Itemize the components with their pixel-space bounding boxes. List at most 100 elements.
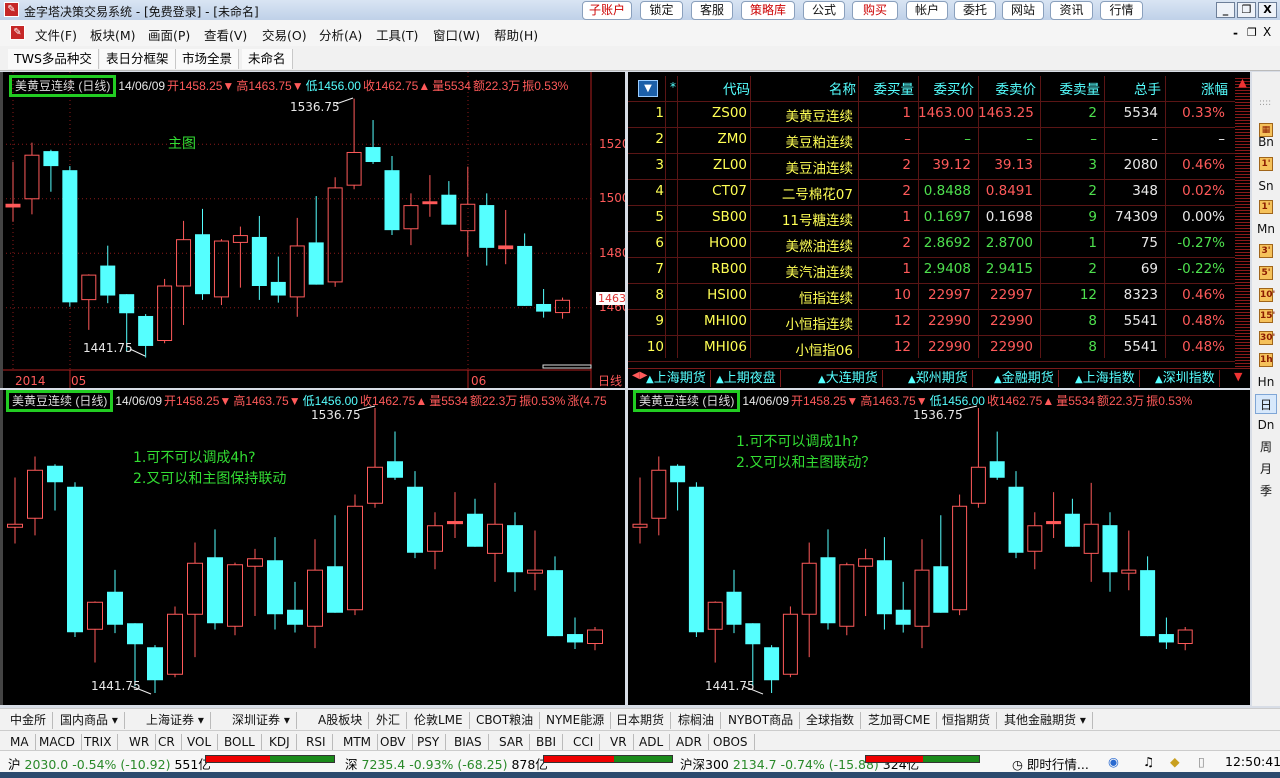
- indicator-button[interactable]: ADL: [633, 734, 671, 751]
- indicator-button[interactable]: ADR: [670, 734, 709, 751]
- table-row[interactable]: 1 ZS00 美黄豆连续 1 1463.00 1463.25 2 5534 0.33%: [628, 102, 1235, 128]
- market-bar-item[interactable]: 中金所: [4, 712, 54, 729]
- workspace-tab[interactable]: 表日分框架: [100, 49, 176, 69]
- market-bar-item[interactable]: 芝加哥CME: [862, 712, 938, 729]
- storage-icon[interactable]: ▯: [1198, 754, 1205, 769]
- period-button[interactable]: Mn: [1255, 219, 1277, 239]
- market-bar-item[interactable]: 日本期货: [610, 712, 672, 729]
- workspace-tab[interactable]: 未命名: [242, 49, 293, 69]
- symbol-period-label[interactable]: 美黄豆连续 (日线): [6, 390, 114, 412]
- sub-chart-right[interactable]: [628, 390, 1250, 705]
- market-bar-item[interactable]: 伦敦LME: [408, 712, 470, 729]
- tabs-dropdown-icon[interactable]: ▼: [1234, 370, 1242, 383]
- table-row[interactable]: 10 MHI06 小恒指06 12 22990 22990 8 5541 0.48%: [628, 336, 1235, 362]
- period-button[interactable]: Hn: [1255, 372, 1277, 392]
- indicator-button[interactable]: BIAS: [448, 734, 489, 751]
- indicator-button[interactable]: TRIX: [78, 734, 119, 751]
- menu-item[interactable]: 交易(O): [262, 25, 307, 44]
- indicator-button[interactable]: CCI: [567, 734, 601, 751]
- menu-app-icon[interactable]: ✎: [10, 25, 25, 40]
- symbol-period-label[interactable]: 美黄豆连续 (日线): [633, 390, 741, 412]
- period-button[interactable]: 10': [1259, 287, 1275, 302]
- table-scrollbar[interactable]: ▲: [1235, 76, 1250, 370]
- market-bar-item[interactable]: CBOT粮油: [470, 712, 541, 729]
- indicator-button[interactable]: MTM: [337, 734, 379, 751]
- market-tab[interactable]: ▲金融期货: [994, 370, 1059, 387]
- table-row[interactable]: 6 HO00 美燃油连续 2 2.8692 2.8700 1 75 -0.27%: [628, 232, 1235, 258]
- restore-button[interactable]: ❐: [1237, 2, 1256, 18]
- period-button[interactable]: 30': [1259, 331, 1275, 346]
- market-bar-item[interactable]: 棕榈油: [672, 712, 722, 729]
- period-button[interactable]: 日: [1255, 393, 1277, 414]
- menu-item[interactable]: 文件(F): [35, 25, 77, 44]
- workspace-tab[interactable]: 市场全景: [176, 49, 240, 69]
- symbol-period-label[interactable]: 美黄豆连续 (日线): [9, 75, 117, 97]
- sub-chart-left[interactable]: [3, 390, 625, 705]
- market-tab[interactable]: ▲郑州期货: [908, 370, 973, 387]
- sidebar-grip-icon[interactable]: ::::: [1259, 98, 1271, 108]
- market-bar-item[interactable]: 全球指数: [800, 712, 862, 729]
- menu-item[interactable]: 工具(T): [376, 25, 418, 44]
- indicator-button[interactable]: CR: [152, 734, 182, 751]
- period-button[interactable]: 1': [1259, 200, 1273, 215]
- menu-item[interactable]: 分析(A): [319, 25, 362, 44]
- indicator-button[interactable]: BOLL: [218, 734, 262, 751]
- indicator-button[interactable]: VR: [604, 734, 634, 751]
- title-button[interactable]: 帐户: [906, 1, 948, 20]
- child-close-button[interactable]: X: [1263, 25, 1271, 39]
- close-button[interactable]: X: [1258, 2, 1277, 18]
- market-tab[interactable]: ▲深圳指数: [1155, 370, 1220, 387]
- table-row[interactable]: 3 ZL00 美豆油连续 2 39.12 39.13 3 2080 0.46%: [628, 154, 1235, 180]
- market-bar-item[interactable]: 上海证券 ▾: [140, 712, 211, 729]
- sub-chart-left-pane[interactable]: 美黄豆连续 (日线) 14/06/09 开1458.25▼ 高1463.75▼ …: [0, 390, 625, 705]
- period-button[interactable]: 季: [1255, 481, 1277, 501]
- period-button[interactable]: 1': [1259, 156, 1273, 171]
- indicator-button[interactable]: OBOS: [707, 734, 755, 751]
- market-bar-item[interactable]: NYME能源: [540, 712, 612, 729]
- period-button[interactable]: Bn: [1255, 132, 1277, 152]
- menu-item[interactable]: 帮助(H): [494, 25, 538, 44]
- child-minimize-button[interactable]: -: [1233, 26, 1238, 40]
- main-chart-pane[interactable]: 美黄豆连续 (日线) 14/06/09 开1458.25▼ 高1463.75▼ …: [0, 72, 625, 388]
- period-button[interactable]: 周: [1255, 437, 1277, 457]
- market-bar-item[interactable]: 深圳证券 ▾: [226, 712, 297, 729]
- period-button[interactable]: 5': [1259, 265, 1273, 280]
- period-button[interactable]: 15': [1259, 309, 1275, 324]
- indicator-button[interactable]: KDJ: [263, 734, 297, 751]
- market-bar-item[interactable]: A股板块: [312, 712, 370, 729]
- network-icon[interactable]: ◉: [1108, 754, 1119, 769]
- menu-item[interactable]: 画面(P): [148, 25, 190, 44]
- sz-index[interactable]: 深 7235.4 -0.93% (-68.25) 878亿: [345, 754, 548, 773]
- title-button[interactable]: 购买: [852, 1, 898, 20]
- market-bar-item[interactable]: 外汇: [370, 712, 408, 729]
- menu-item[interactable]: 查看(V): [204, 25, 247, 44]
- title-button[interactable]: 锁定: [640, 1, 683, 20]
- title-button[interactable]: 网站: [1002, 1, 1044, 20]
- title-button[interactable]: 子账户: [582, 1, 632, 20]
- market-bar-item[interactable]: 国内商品 ▾: [54, 712, 125, 729]
- market-tab[interactable]: ▲上海指数: [1075, 370, 1140, 387]
- indicator-button[interactable]: BBI: [530, 734, 564, 751]
- market-tab[interactable]: ▲上期夜盘: [716, 370, 781, 387]
- period-button[interactable]: Sn: [1255, 176, 1277, 196]
- menu-item[interactable]: 板块(M): [90, 25, 136, 44]
- workspace-tab[interactable]: TWS多品种交: [8, 49, 99, 69]
- title-button[interactable]: 行情: [1100, 1, 1143, 20]
- indicator-button[interactable]: VOL: [181, 734, 219, 751]
- title-button[interactable]: 资讯: [1050, 1, 1093, 20]
- period-button[interactable]: Dn: [1255, 415, 1277, 435]
- table-row[interactable]: 7 RB00 美汽油连续 1 2.9408 2.9415 2 69 -0.22%: [628, 258, 1235, 284]
- table-row[interactable]: 5 SB00 11号糖连续 1 0.1697 0.1698 9 74309 0.00%: [628, 206, 1235, 232]
- bell-icon[interactable]: ♫: [1143, 754, 1154, 769]
- table-row[interactable]: 8 HSI00 恒指连续 10 22997 22997 12 8323 0.46%: [628, 284, 1235, 310]
- title-button[interactable]: 策略库: [741, 1, 795, 20]
- market-bar-item[interactable]: 其他金融期货 ▾: [998, 712, 1093, 729]
- title-button[interactable]: 公式: [803, 1, 845, 20]
- market-tab[interactable]: ▲上海期货: [646, 370, 711, 387]
- table-row[interactable]: 4 CT07 二号棉花07 2 0.8488 0.8491 2 348 0.02%: [628, 180, 1235, 206]
- table-row[interactable]: 9 MHI00 小恒指连续 12 22990 22990 8 5541 0.48%: [628, 310, 1235, 336]
- table-row[interactable]: 2 ZM0 美豆粕连续 – – – – – –: [628, 128, 1235, 154]
- realtime-quotes-button[interactable]: ◷ 即时行情...: [1012, 754, 1089, 773]
- period-button[interactable]: 3': [1259, 244, 1273, 258]
- indicator-button[interactable]: OBV: [374, 734, 413, 751]
